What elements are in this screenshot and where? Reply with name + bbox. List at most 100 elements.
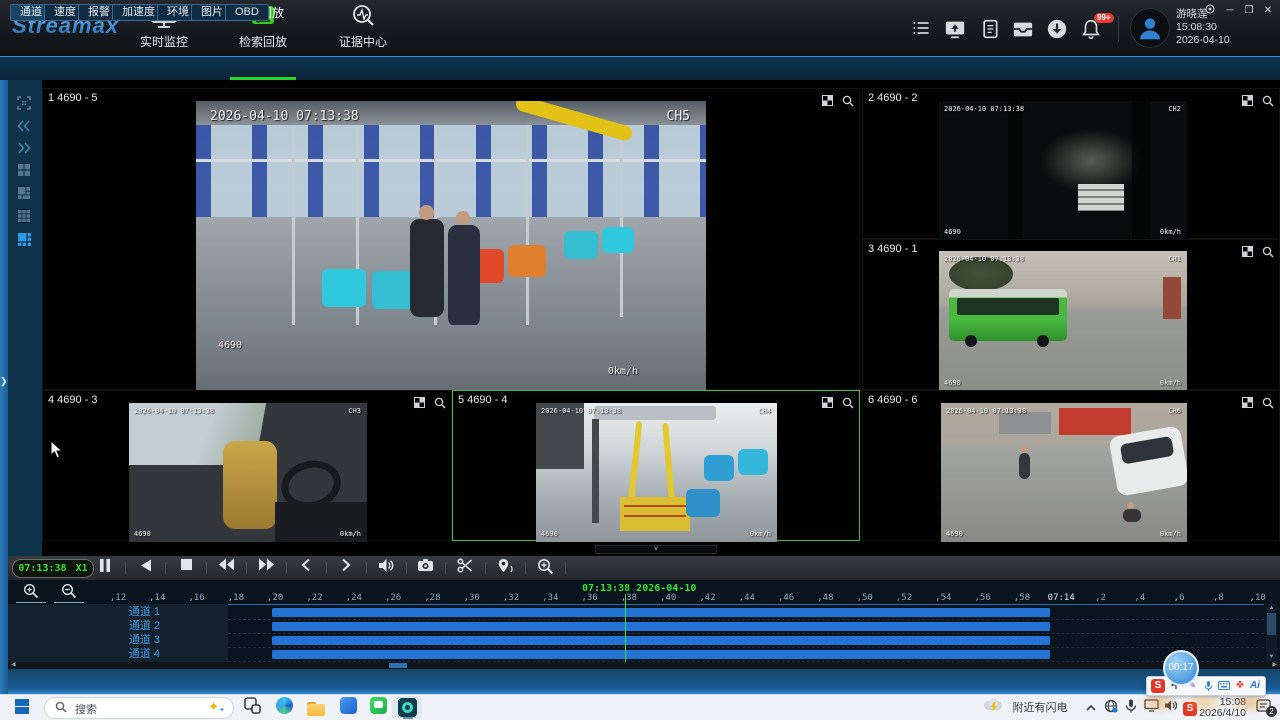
scroll-right-arrow[interactable]: ▶ (1272, 662, 1277, 669)
video-tile-3[interactable]: 3 4690 - 1 2026-04-10 07:13:38 CH1 4690 … (862, 239, 1280, 390)
next-frame-button[interactable] (333, 558, 359, 578)
stream-switch-icon[interactable] (822, 397, 833, 408)
previous-frame-button[interactable] (293, 558, 319, 578)
playback-tab-bar (0, 56, 1280, 80)
stream-switch-icon[interactable] (414, 397, 425, 408)
expand-panel-arrow[interactable]: ❯ (0, 376, 8, 387)
collapse-grid-handle[interactable]: ˅ (595, 545, 717, 554)
network-globe-icon[interactable] (1102, 699, 1120, 715)
notification-center-icon[interactable]: 2 (1256, 698, 1274, 715)
gps-track-button[interactable] (492, 558, 518, 578)
clip-scissors-button[interactable] (452, 558, 478, 578)
channel-label[interactable]: 通道 4 (60, 647, 160, 661)
restore-button[interactable]: ❐ (1241, 4, 1257, 18)
taskbar-search[interactable]: 搜索 ✦ ✦ (44, 697, 234, 719)
video-tile-4[interactable]: 4 4690 - 3 2026-04-10 07:13:38 CH3 4690 … (42, 390, 452, 541)
surveillance-app-icon-active[interactable] (395, 698, 419, 719)
start-button[interactable] (10, 699, 34, 720)
user-time: 15:08:30 (1176, 21, 1230, 34)
sogou-ime-toolbar[interactable]: S 中 ✎ ❖ Ai (1146, 676, 1266, 696)
stop-button[interactable] (173, 558, 199, 578)
left-edge-panel (0, 80, 8, 694)
fullscreen-icon[interactable] (14, 96, 34, 114)
scroll-left-arrow[interactable]: ◀ (11, 662, 16, 669)
download-icon[interactable] (1044, 18, 1070, 42)
pause-button[interactable] (92, 558, 118, 578)
playhead-line[interactable] (625, 594, 626, 662)
nav-evidence-center[interactable]: 证据中心 (315, 4, 411, 54)
microphone-icon[interactable] (1122, 699, 1140, 715)
timeline-horizontal-scrollbar[interactable]: ◀ ▶ (8, 662, 1280, 669)
hidden-icons-chevron[interactable] (1082, 699, 1100, 715)
speaker-icon[interactable] (1162, 699, 1180, 715)
zoom-tile-icon[interactable] (1262, 246, 1274, 258)
channel-label[interactable]: 通道 1 (60, 605, 160, 619)
layout-6split-icon-active[interactable] (14, 232, 34, 250)
wallet-app-icon[interactable] (336, 697, 360, 718)
scroll-down-arrow[interactable]: ▼ (1266, 653, 1277, 662)
channel-label[interactable]: 通道 3 (60, 633, 160, 647)
pin-settings-button[interactable] (1202, 4, 1218, 18)
task-list-icon[interactable] (908, 18, 934, 42)
user-date: 2026-04-10 (1176, 34, 1230, 47)
taskbar-weather[interactable]: 附近有闪电 (984, 698, 1067, 716)
fast-forward-button[interactable] (253, 558, 279, 578)
zoom-tile-icon[interactable] (842, 95, 854, 107)
tab-obd[interactable]: OBD (225, 4, 269, 21)
sogou-logo-icon[interactable]: S (1150, 678, 1166, 694)
zoom-tile-icon[interactable] (1262, 397, 1274, 409)
chat-app-icon[interactable] (366, 697, 390, 718)
stream-switch-icon[interactable] (1242, 246, 1253, 257)
stream-switch-icon[interactable] (1242, 95, 1253, 106)
weather-text: 附近有闪电 (1012, 702, 1067, 714)
active-app-indicator (403, 717, 413, 719)
copilot-spark-small-icon: ✦ (219, 706, 225, 714)
record-bar[interactable] (272, 622, 1050, 631)
minimize-button[interactable]: ─ (1222, 4, 1238, 18)
expand-right-icon[interactable] (14, 141, 34, 159)
zoom-tile-icon[interactable] (842, 397, 854, 409)
video-tile-6[interactable]: 6 4690 - 6 2026-04-10 07:13:38 CH6 4690 … (862, 390, 1280, 541)
recording-timer-bubble[interactable]: 00:17 (1163, 650, 1199, 686)
horizontal-scroll-thumb[interactable] (389, 663, 407, 668)
osd-timestamp: 2026-04-10 07:13:38 (944, 105, 1024, 113)
play-backward-button[interactable] (132, 558, 158, 578)
video-tile-1[interactable]: 1 4690 - 5 2026-04-10 07:13:38 CH (42, 88, 860, 390)
layout-1plus5-icon[interactable] (14, 186, 34, 204)
layout-grid9-icon[interactable] (14, 209, 34, 227)
zoom-tile-icon[interactable] (434, 397, 446, 409)
volume-button[interactable] (373, 558, 399, 578)
ime-skin-icon[interactable]: ❖ (1233, 678, 1247, 694)
display-cast-icon[interactable] (1142, 699, 1160, 715)
report-icon[interactable] (977, 18, 1003, 42)
close-button[interactable]: ✕ (1260, 4, 1276, 18)
collapse-left-icon[interactable] (14, 119, 34, 137)
channel-label[interactable]: 通道 2 (60, 619, 160, 633)
layout-grid4-icon[interactable] (14, 163, 34, 181)
ime-keyboard-icon[interactable] (1217, 678, 1231, 694)
file-explorer-icon[interactable] (304, 700, 328, 720)
timeline-rows[interactable]: 通道 1通道 2通道 3通道 4 (0, 580, 1280, 662)
avatar[interactable] (1130, 8, 1170, 48)
stream-switch-icon[interactable] (1242, 397, 1253, 408)
rewind-button[interactable] (213, 558, 239, 578)
task-view-icon[interactable] (240, 697, 264, 718)
record-bar[interactable] (272, 650, 1050, 659)
row-separator (228, 633, 1264, 634)
video-tile-2[interactable]: 2 4690 - 2 2026-04-10 07:13:38 CH2 4690 … (862, 88, 1280, 239)
zoom-tile-icon[interactable] (1262, 95, 1274, 107)
scroll-up-arrow[interactable]: ▲ (1266, 604, 1277, 613)
ime-mic-icon[interactable] (1201, 678, 1215, 694)
video-tile-5-selected[interactable]: 5 4690 - 4 2026-04-10 07:13:38 CH4 4690 … (452, 390, 860, 541)
record-bar[interactable] (272, 608, 1050, 617)
screen-push-icon[interactable] (942, 18, 968, 42)
taskbar-clock[interactable]: 15:08 2026/4/10 (1196, 697, 1246, 719)
stream-switch-icon[interactable] (822, 95, 833, 106)
edge-browser-icon[interactable] (272, 697, 296, 718)
inbox-icon[interactable] (1010, 18, 1036, 42)
vertical-scroll-thumb[interactable] (1267, 613, 1276, 635)
snapshot-button[interactable] (412, 558, 438, 578)
ime-ai-button[interactable]: Ai (1247, 678, 1263, 694)
record-bar[interactable] (272, 636, 1050, 645)
sync-zoom-button[interactable] (532, 558, 558, 578)
